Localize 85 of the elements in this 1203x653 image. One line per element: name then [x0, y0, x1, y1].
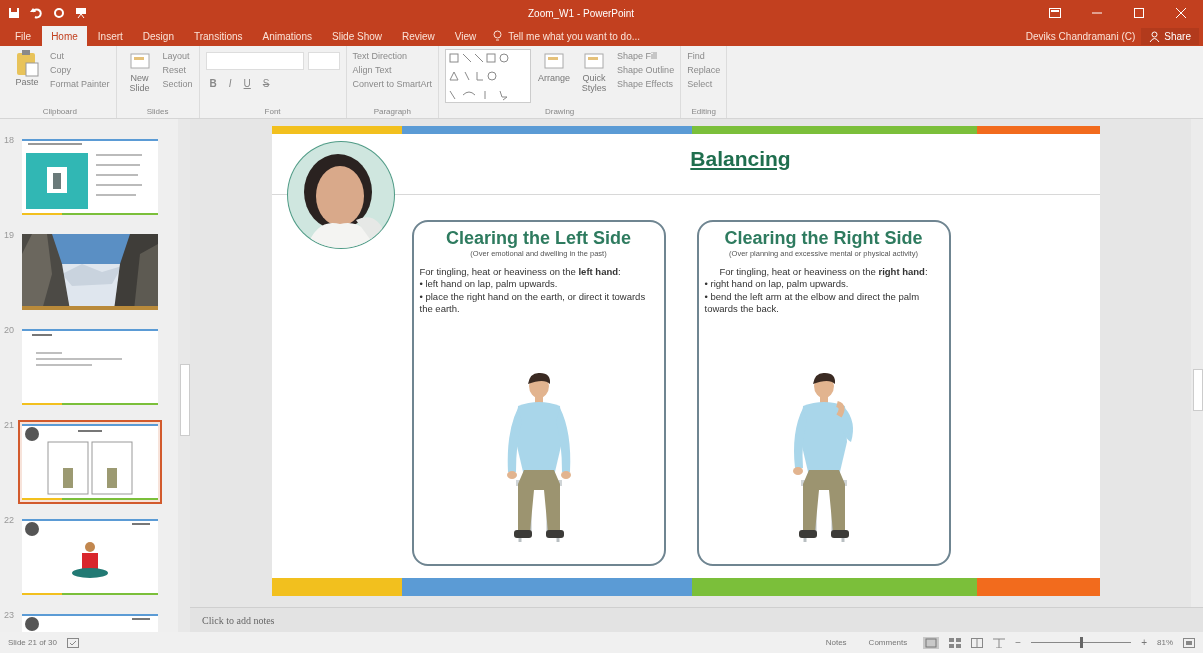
redo-icon[interactable] — [53, 7, 65, 19]
scrollbar-thumb[interactable] — [180, 364, 190, 436]
ribbon-tab[interactable]: Slide Show — [323, 26, 391, 46]
slide-count: Slide 21 of 30 — [8, 638, 57, 647]
comments-button[interactable]: Comments — [862, 637, 914, 648]
save-icon[interactable] — [8, 7, 20, 19]
normal-view-icon[interactable] — [923, 636, 940, 649]
ribbon-tab[interactable]: Animations — [253, 26, 321, 46]
shapes-gallery[interactable] — [445, 49, 532, 103]
ribbon-command[interactable]: Section — [162, 79, 193, 89]
slide-sorter-icon[interactable] — [949, 637, 962, 648]
share-button[interactable]: Share — [1141, 27, 1199, 45]
presenter-icon[interactable] — [75, 7, 87, 19]
ribbon-command[interactable]: Select — [687, 79, 721, 89]
tell-me-field[interactable]: Tell me what you want to do... — [493, 29, 694, 43]
zoom-in-button[interactable]: + — [1141, 637, 1147, 648]
bullet-item: • left hand on lap, palm upwards. — [419, 278, 559, 291]
ribbon-command[interactable]: Quick Styles — [577, 49, 612, 107]
slide-number: 18 — [4, 135, 15, 147]
ribbon-command[interactable]: Copy — [50, 65, 110, 75]
card-title: Clearing the Left Side — [446, 228, 631, 249]
format-button[interactable]: S — [258, 78, 274, 89]
person-icon — [1149, 30, 1161, 42]
group-label: Editing — [690, 107, 717, 118]
ribbon-command[interactable]: Shape Outline — [617, 65, 675, 75]
close-icon[interactable] — [1175, 8, 1187, 18]
slide-number: 19 — [4, 230, 15, 242]
ribbon-command[interactable]: Cut — [50, 51, 110, 61]
fit-slide-icon[interactable] — [1183, 637, 1195, 648]
ribbon-command[interactable]: Align Text — [352, 65, 433, 75]
format-button[interactable]: U — [239, 78, 255, 89]
ribbon-command[interactable]: Convert to SmartArt — [352, 79, 433, 89]
card-title: Clearing the Right Side — [724, 228, 923, 249]
ribbon-tab[interactable]: File — [6, 26, 41, 46]
card-text: For tingling, heat or heaviness on the right hand: — [718, 266, 929, 279]
ribbon-command[interactable]: Text Direction — [352, 51, 433, 61]
font-name-field[interactable] — [205, 52, 304, 70]
bullet-item: • bend the left arm at the elbow and direct the palm towards the back. — [704, 290, 921, 316]
ribbon-command[interactable]: Arrange — [537, 49, 572, 107]
format-button[interactable]: B — [205, 78, 221, 89]
ribbon-tab[interactable]: Design — [133, 26, 183, 46]
notes-field[interactable]: Click to add notes — [200, 613, 404, 627]
ribbon-command[interactable]: Find — [687, 51, 721, 61]
group-label: Paragraph — [372, 107, 412, 118]
format-button[interactable]: I — [224, 78, 236, 89]
reading-view-icon[interactable] — [971, 637, 984, 648]
ribbon-tab[interactable]: Transitions — [184, 26, 252, 46]
lightbulb-icon — [493, 30, 503, 42]
ribbon-command[interactable]: Replace — [687, 65, 721, 75]
ribbon-command[interactable]: New Slide — [122, 49, 157, 107]
slide-title: Balancing — [690, 147, 791, 171]
spelling-icon[interactable] — [66, 637, 79, 648]
card-text: For tingling, heat or heaviness on the left hand: — [419, 266, 622, 279]
ribbon-command[interactable]: Shape Effects — [617, 79, 675, 89]
group-label: Clipboard — [41, 107, 78, 118]
group-label: Drawing — [543, 107, 576, 118]
slide-number: 22 — [4, 515, 15, 527]
font-size-field[interactable] — [307, 52, 340, 70]
ribbon-command[interactable]: Reset — [162, 65, 193, 75]
undo-icon[interactable] — [30, 7, 43, 19]
ribbon-tab[interactable]: View — [445, 26, 486, 46]
slide-number: 20 — [4, 325, 15, 337]
ribbon-command[interactable]: Shape Fill — [617, 51, 675, 61]
zoom-out-button[interactable]: − — [1015, 637, 1022, 648]
bullet-item: • place the right hand on the earth, or direct it towards the earth. — [419, 290, 647, 316]
bullet-item: • right hand on lap, palm upwards. — [704, 278, 850, 291]
ribbon-command[interactable]: Paste — [10, 49, 44, 107]
scrollbar-thumb[interactable] — [1193, 369, 1203, 411]
ribbon-command[interactable]: Format Painter — [50, 79, 110, 89]
maximize-icon[interactable] — [1133, 8, 1145, 18]
clipboard-icon — [15, 49, 39, 77]
user-name[interactable]: Deviks Chandramani (C) — [1025, 30, 1136, 42]
ribbon-command[interactable]: Layout — [162, 51, 193, 61]
slideshow-icon[interactable] — [993, 637, 1006, 648]
ribbon-tab[interactable]: Insert — [88, 26, 132, 46]
group-label: Font — [263, 107, 282, 118]
ribbon-display-icon[interactable] — [1049, 8, 1061, 18]
notes-button[interactable]: Notes — [819, 637, 853, 648]
group-label: Slides — [145, 107, 170, 118]
ribbon-tab[interactable]: Home — [42, 26, 87, 46]
ribbon-tab[interactable]: Review — [393, 26, 444, 46]
zoom-level[interactable]: 81% — [1157, 638, 1173, 647]
window-title: Zoom_W1 - PowerPoint — [528, 7, 636, 19]
slide-number: 23 — [4, 610, 15, 622]
slide-number: 21 — [4, 420, 15, 432]
